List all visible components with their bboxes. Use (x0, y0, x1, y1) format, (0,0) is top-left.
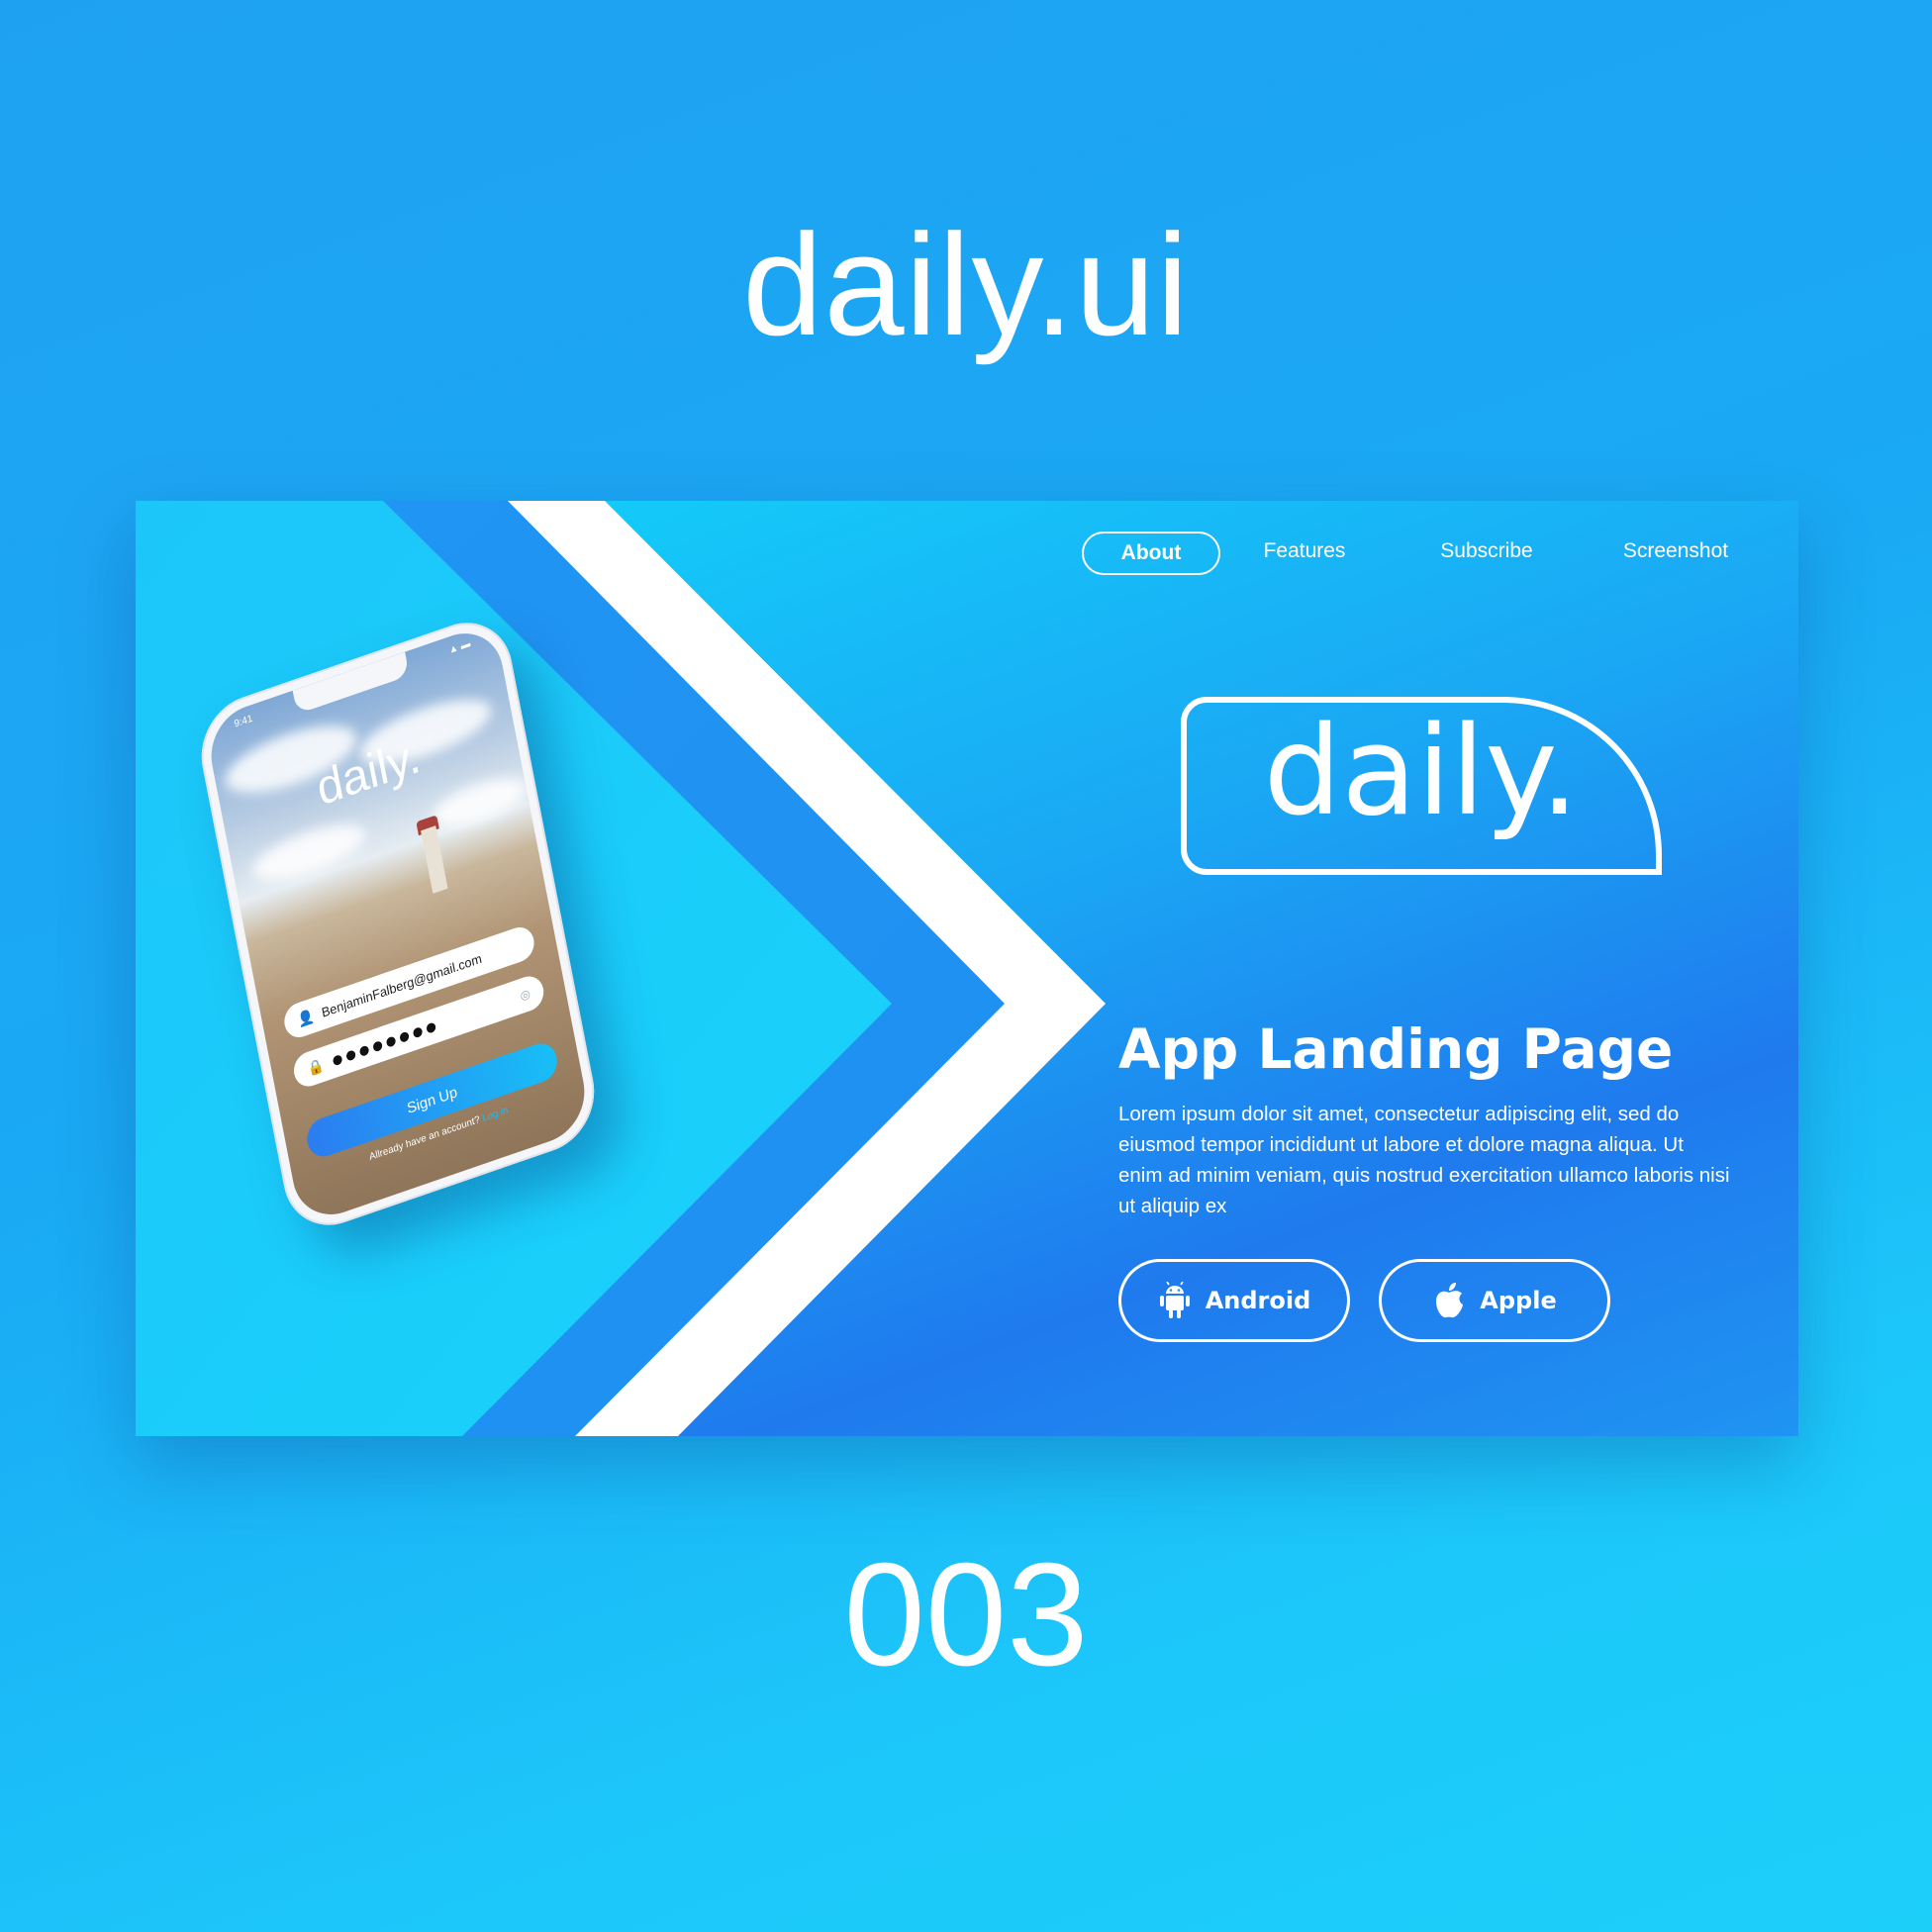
logo-text: daily. (1263, 701, 1580, 843)
outer-number: 003 (843, 1533, 1089, 1696)
nav-subscribe[interactable]: Subscribe (1422, 531, 1551, 571)
android-icon (1159, 1282, 1190, 1318)
nav-screenshot[interactable]: Screenshot (1606, 531, 1745, 571)
status-time: 9:41 (233, 713, 254, 730)
apple-icon (1436, 1283, 1464, 1318)
status-icons: ▲ ▬ (447, 637, 472, 657)
eye-icon[interactable]: ◎ (519, 986, 531, 1003)
lighthouse (421, 825, 448, 894)
hero-description: Lorem ipsum dolor sit amet, consectetur … (1118, 1103, 1730, 1217)
landing-page-card: About Features Subscribe Screenshot dail… (136, 501, 1798, 1436)
user-icon: 👤 (296, 1007, 316, 1028)
login-link[interactable]: Log in (481, 1105, 509, 1124)
lock-icon: 🔒 (305, 1055, 326, 1078)
nav-about[interactable]: About (1082, 531, 1220, 575)
apple-label: Apple (1480, 1287, 1557, 1314)
outer-title: daily.ui (742, 204, 1190, 365)
apple-button[interactable]: Apple (1379, 1259, 1610, 1342)
hero-headline: App Landing Page (1118, 1017, 1674, 1081)
nav-features[interactable]: Features (1250, 531, 1359, 571)
cloud (429, 768, 530, 836)
top-nav: About Features Subscribe Screenshot (136, 531, 1798, 575)
android-label: Android (1205, 1287, 1311, 1314)
android-button[interactable]: Android (1118, 1259, 1350, 1342)
